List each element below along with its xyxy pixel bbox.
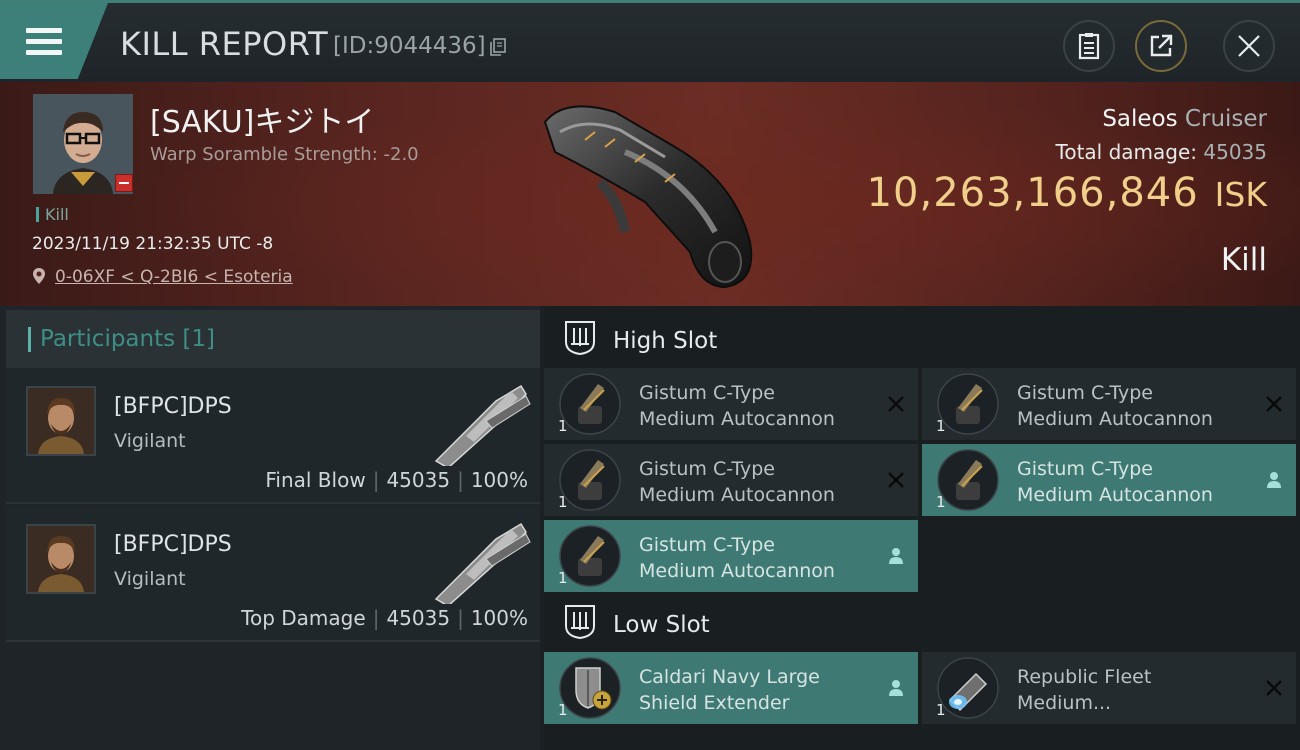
destroyed-icon (888, 472, 904, 488)
ship-class: Cruiser (1184, 106, 1267, 132)
module-name: Caldari Navy Large Shield Extender (639, 666, 820, 714)
autocannon-icon (559, 449, 621, 511)
module-item[interactable]: 1 Gistum C-Type Medium Autocannon (544, 368, 918, 440)
warp-scramble-strength: Warp Soramble Strength: -2.0 (150, 144, 419, 165)
module-item[interactable]: 1 Gistum C-Type Medium Autocannon (544, 444, 918, 516)
participant-name: [BFPC]DPS (114, 394, 232, 419)
module-quantity: 1 (558, 493, 568, 511)
participant-row[interactable]: [BFPC]DPS Vigilant Final Blow | 45035 | 100% (6, 368, 540, 504)
module-name: Gistum C-Type Medium Autocannon (1017, 382, 1213, 430)
module-quantity: 1 (558, 701, 568, 719)
high-slot-icon (565, 321, 595, 356)
participant-percent: 100% (470, 468, 528, 492)
low-slot-header: Low Slot (544, 594, 1300, 652)
participant-ship: Vigilant (114, 430, 186, 452)
total-damage-label: Total damage: (1055, 140, 1198, 164)
close-button[interactable] (1223, 20, 1275, 72)
clipboard-icon (1078, 33, 1100, 60)
participant-weapon-image (434, 384, 531, 466)
victim-name[interactable]: [SAKU]キジトイ (150, 97, 374, 141)
participant-percent: 100% (470, 606, 528, 630)
participant-avatar[interactable] (26, 524, 96, 594)
participant-avatar[interactable] (26, 386, 96, 456)
participant-role: Final Blow (265, 468, 366, 492)
participant-weapon-image (434, 522, 531, 604)
victim-ship-image[interactable] (525, 92, 775, 292)
module-item[interactable]: 1 Caldari Navy Large Shield Extender (544, 652, 918, 724)
destroyed-icon (1266, 680, 1282, 696)
autocannon-icon (937, 449, 999, 511)
module-item[interactable]: 1 Gistum C-Type Medium Autocannon (922, 368, 1296, 440)
module-quantity: 1 (558, 417, 568, 435)
low-slot-title: Low Slot (613, 612, 710, 638)
ship-name: Saleos (1102, 106, 1178, 132)
share-button[interactable] (1135, 20, 1187, 72)
kill-report-header: KILL REPORT [ID:9044436] (0, 0, 1300, 82)
high-slot-header: High Slot (544, 310, 1300, 368)
location-pin-icon (33, 268, 45, 284)
participants-panel: Participants [1] [BFPC]DPS Vigilant Fina… (0, 306, 540, 750)
dropped-person-icon (889, 548, 903, 564)
copy-icon[interactable] (490, 38, 506, 56)
module-quantity: 1 (936, 417, 946, 435)
module-name: Gistum C-Type Medium Autocannon (639, 534, 835, 582)
kill-datetime: 2023/11/19 21:32:35 UTC -8 (32, 234, 274, 254)
module-item[interactable]: 1 Gistum C-Type Medium Autocannon (544, 520, 918, 592)
participant-stats: Top Damage | 45035 | 100% (241, 606, 528, 630)
autocannon-icon (559, 373, 621, 435)
participant-row[interactable]: [BFPC]DPS Vigilant Top Damage | 45035 | 100% (6, 506, 540, 642)
share-icon (1150, 34, 1173, 57)
participants-count: [1] (182, 326, 216, 352)
kill-location-link[interactable]: 0-06XF < Q-2BI6 < Esoteria (55, 267, 293, 287)
isk-value: 10,263,166,846 (866, 170, 1199, 216)
participants-title: Participants [1] (40, 326, 216, 352)
participant-damage: 45035 (386, 468, 451, 492)
participant-role: Top Damage (241, 606, 366, 630)
dropped-person-icon (1267, 472, 1281, 488)
autocannon-icon (559, 525, 621, 587)
victim-ship-type[interactable]: Saleos Cruiser (1102, 106, 1267, 132)
republic-fleet-module-icon (937, 657, 999, 719)
low-slot-icon (565, 605, 595, 640)
module-item[interactable]: 1 Republic Fleet Medium... (922, 652, 1296, 724)
dropped-person-icon (889, 680, 903, 696)
menu-icon (26, 22, 62, 61)
header-accent-bar (28, 327, 31, 352)
fitting-slots-panel: High Slot 1 Gistum C-Type Medium Autocann… (544, 306, 1300, 750)
hostile-badge (115, 174, 133, 192)
report-id: [ID:9044436] (333, 33, 486, 59)
participant-damage: 45035 (386, 606, 451, 630)
module-name: Gistum C-Type Medium Autocannon (639, 458, 835, 506)
isk-value-line: 10,263,166,846 ISK (867, 170, 1267, 216)
module-quantity: 1 (558, 569, 568, 587)
menu-button[interactable] (0, 3, 108, 79)
module-name: Gistum C-Type Medium Autocannon (639, 382, 835, 430)
shield-extender-icon (559, 657, 621, 719)
kill-tag: Kill (36, 205, 69, 224)
isk-unit: ISK (1214, 175, 1267, 214)
autocannon-icon (937, 373, 999, 435)
close-icon (1238, 35, 1260, 57)
participant-stats: Final Blow | 45035 | 100% (265, 468, 528, 492)
participant-ship: Vigilant (114, 568, 186, 590)
module-item[interactable]: 1 Gistum C-Type Medium Autocannon (922, 444, 1296, 516)
high-slot-title: High Slot (613, 328, 718, 354)
victim-banner: [SAKU]キジトイ Warp Soramble Strength: -2.0 … (0, 82, 1300, 306)
report-clipboard-button[interactable] (1063, 20, 1115, 72)
participants-header: Participants [1] (6, 310, 540, 368)
module-name: Republic Fleet Medium... (1017, 666, 1152, 714)
destroyed-icon (888, 396, 904, 412)
page-title: KILL REPORT (120, 25, 329, 63)
module-quantity: 1 (936, 701, 946, 719)
result-label: Kill (1220, 242, 1267, 278)
module-quantity: 1 (936, 493, 946, 511)
total-damage: Total damage: 45035 (1056, 140, 1267, 164)
participant-name: [BFPC]DPS (114, 532, 232, 557)
total-damage-value: 45035 (1203, 140, 1267, 164)
destroyed-icon (1266, 396, 1282, 412)
module-name: Gistum C-Type Medium Autocannon (1017, 458, 1213, 506)
